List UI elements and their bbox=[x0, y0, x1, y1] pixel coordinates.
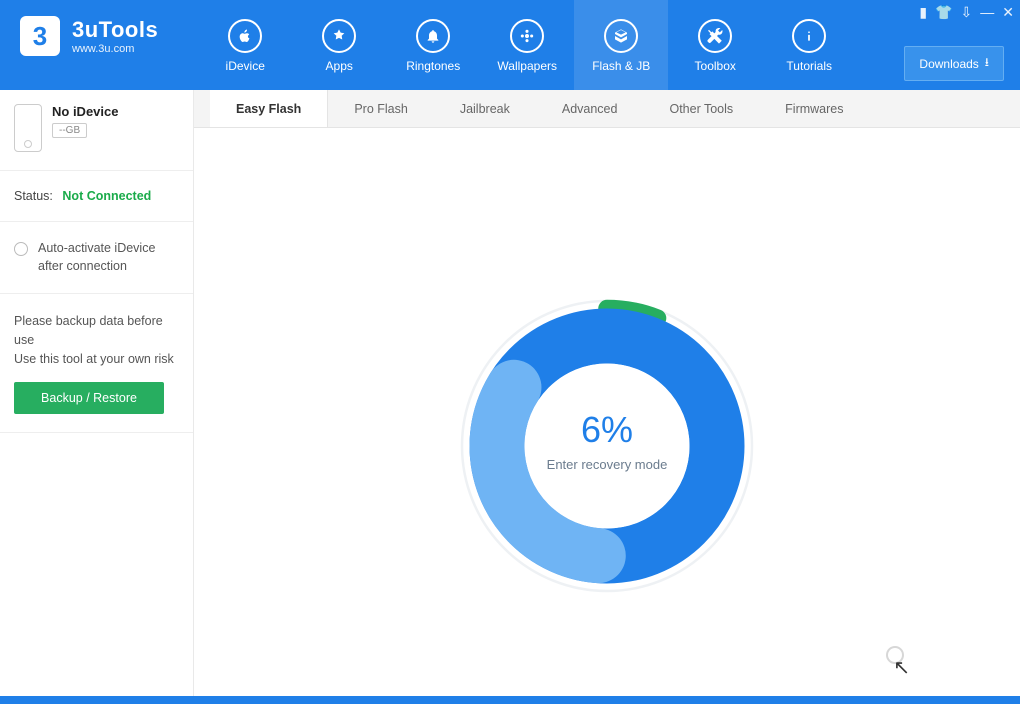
nav-apps[interactable]: Apps bbox=[292, 0, 386, 90]
pin-icon[interactable]: ⇩ bbox=[961, 4, 973, 21]
loading-spinner-icon bbox=[886, 646, 904, 664]
close-icon[interactable]: ✕ bbox=[1002, 4, 1014, 21]
window-controls: ▮ 👕 ⇩ — ✕ bbox=[919, 4, 1014, 21]
titlebar: 3 3uTools www.3u.com iDevice Apps Ringto… bbox=[0, 0, 1020, 90]
subtab-other-tools[interactable]: Other Tools bbox=[643, 90, 759, 127]
nav-toolbox[interactable]: Toolbox bbox=[668, 0, 762, 90]
subtab-advanced[interactable]: Advanced bbox=[536, 90, 644, 127]
nav-label: Ringtones bbox=[406, 59, 460, 73]
app-logo: 3 3uTools www.3u.com bbox=[20, 16, 158, 56]
chat-icon[interactable]: ▮ bbox=[919, 4, 927, 21]
nav-wallpapers[interactable]: Wallpapers bbox=[480, 0, 574, 90]
radio-empty-icon bbox=[14, 242, 28, 256]
nav-label: Toolbox bbox=[695, 59, 736, 73]
device-summary: No iDevice --GB bbox=[0, 90, 193, 171]
nav-idevice[interactable]: iDevice bbox=[198, 0, 292, 90]
nav-label: Flash & JB bbox=[592, 59, 650, 73]
auto-activate-toggle[interactable]: Auto-activate iDevice after connection bbox=[0, 222, 193, 294]
backup-warning-2: Use this tool at your own risk bbox=[14, 350, 179, 369]
nav-label: iDevice bbox=[226, 59, 265, 73]
footer-bar bbox=[0, 696, 1020, 704]
status-label: Status: bbox=[14, 189, 53, 203]
tshirt-icon[interactable]: 👕 bbox=[935, 4, 952, 21]
phone-icon bbox=[14, 104, 42, 152]
nav-label: Tutorials bbox=[786, 59, 832, 73]
minimize-icon[interactable]: — bbox=[980, 4, 994, 21]
top-nav: iDevice Apps Ringtones Wallpapers Flash … bbox=[198, 0, 856, 90]
brand-url: www.3u.com bbox=[72, 43, 158, 55]
nav-tutorials[interactable]: Tutorials bbox=[762, 0, 856, 90]
sidebar: No iDevice --GB Status: Not Connected Au… bbox=[0, 90, 194, 696]
subtab-pro-flash[interactable]: Pro Flash bbox=[328, 90, 434, 127]
download-arrow-icon: ⭳ bbox=[985, 53, 989, 74]
backup-warning-1: Please backup data before use bbox=[14, 312, 179, 350]
bell-icon bbox=[416, 19, 450, 53]
subtab-jailbreak[interactable]: Jailbreak bbox=[434, 90, 536, 127]
nav-label: Apps bbox=[326, 59, 353, 73]
status-value: Not Connected bbox=[62, 189, 151, 203]
downloads-button[interactable]: Downloads ⭳ bbox=[904, 46, 1004, 81]
info-icon bbox=[792, 19, 826, 53]
flower-icon bbox=[510, 19, 544, 53]
tools-icon bbox=[698, 19, 732, 53]
progress-donut: 6% Enter recovery mode bbox=[457, 296, 757, 472]
box-icon bbox=[604, 19, 638, 53]
downloads-label: Downloads bbox=[919, 57, 978, 71]
device-name: No iDevice bbox=[52, 104, 118, 119]
nav-label: Wallpapers bbox=[497, 59, 557, 73]
device-capacity: --GB bbox=[52, 123, 87, 138]
nav-flash-jb[interactable]: Flash & JB bbox=[574, 0, 668, 90]
brand-name: 3uTools bbox=[72, 17, 158, 43]
backup-restore-button[interactable]: Backup / Restore bbox=[14, 382, 164, 414]
main-panel: 6% Enter recovery mode ↖ bbox=[194, 128, 1020, 696]
auto-activate-label: Auto-activate iDevice after connection bbox=[38, 240, 179, 275]
subtab-easy-flash[interactable]: Easy Flash bbox=[210, 90, 328, 127]
nav-ringtones[interactable]: Ringtones bbox=[386, 0, 480, 90]
appstore-icon bbox=[322, 19, 356, 53]
subtab-firmwares[interactable]: Firmwares bbox=[759, 90, 869, 127]
logo-badge-icon: 3 bbox=[20, 16, 60, 56]
apple-icon bbox=[228, 19, 262, 53]
